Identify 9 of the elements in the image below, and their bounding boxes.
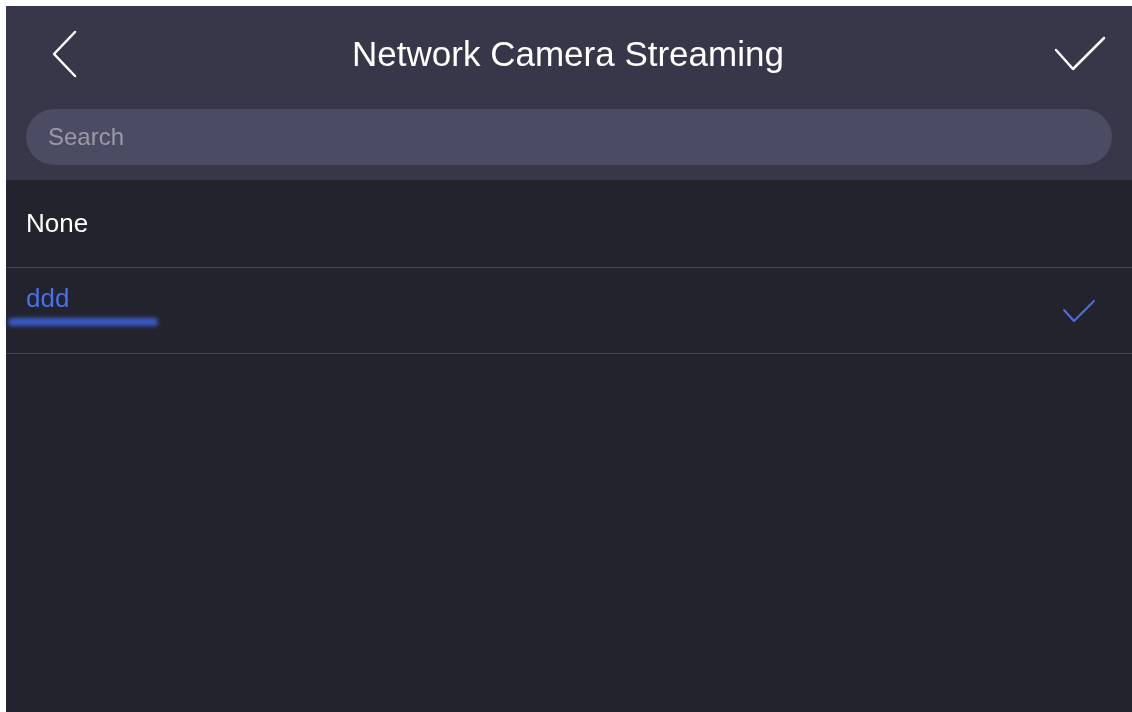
item-label: ddd	[26, 282, 70, 315]
checkmark-icon	[1062, 298, 1096, 323]
list-item[interactable]: None	[6, 180, 1132, 268]
screen-title: Network Camera Streaming	[352, 32, 784, 75]
list-item[interactable]: ddd	[6, 268, 1132, 354]
item-label: None	[26, 207, 89, 240]
back-icon	[51, 30, 77, 78]
checkmark-icon	[1054, 36, 1106, 72]
search-field[interactable]: Search	[26, 109, 1112, 165]
